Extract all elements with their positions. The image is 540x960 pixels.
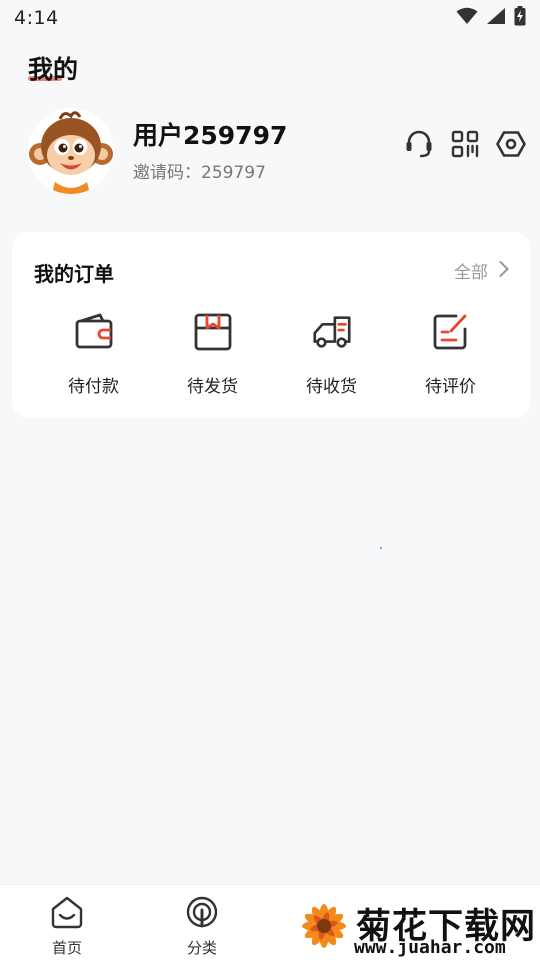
watermark: 菊花下载网 www.juahar.com: [292, 892, 540, 960]
profile-actions: [402, 128, 528, 164]
settings-icon: [495, 128, 527, 164]
chevron-right-icon: [498, 260, 510, 282]
username: 用户259797: [133, 121, 288, 150]
battery-charging-icon: [514, 6, 526, 30]
page-title-wrap: 我的: [28, 50, 78, 86]
customer-service-icon: [403, 128, 435, 164]
wifi-icon: [456, 7, 478, 29]
cellular-signal-icon: [486, 7, 506, 29]
order-item-pending-review[interactable]: 待评价: [391, 310, 510, 397]
qr-code-icon: [450, 129, 480, 163]
tab-category[interactable]: 分类: [162, 895, 242, 958]
invite-code-label: 邀请码：: [133, 163, 201, 183]
profile-section: 用户259797 邀请码：259797: [28, 108, 528, 194]
flower-logo-icon: [294, 896, 354, 956]
orders-header: 我的订单 全部: [34, 258, 510, 286]
status-icons: [456, 6, 526, 30]
qr-code-button[interactable]: [448, 128, 482, 164]
invite-code-value: 259797: [201, 163, 266, 183]
invite-code-row: 邀请码：259797: [133, 158, 266, 183]
status-bar: 4:14: [0, 0, 540, 36]
order-item-label: 待发货: [187, 377, 238, 397]
tab-label: 分类: [186, 939, 217, 957]
wallet-icon: [72, 310, 116, 354]
order-item-label: 待评价: [425, 377, 476, 397]
monkey-avatar-icon: [28, 108, 114, 194]
truck-icon: [310, 310, 354, 354]
orders-items: 待付款 待发货 待收货 待评价: [34, 310, 510, 397]
review-edit-icon: [429, 310, 473, 354]
order-item-label: 待付款: [68, 377, 119, 397]
status-time: 4:14: [14, 7, 59, 29]
avatar[interactable]: [28, 108, 114, 194]
order-item-pending-shipment[interactable]: 待发货: [153, 310, 272, 397]
home-icon: [49, 895, 85, 933]
order-item-label: 待收货: [306, 377, 357, 397]
tab-home[interactable]: 首页: [27, 895, 107, 958]
page-title: 我的: [28, 55, 79, 84]
package-icon: [191, 310, 235, 354]
tab-label: 首页: [51, 939, 82, 957]
order-item-pending-receipt[interactable]: 待收货: [272, 310, 391, 397]
orders-view-all-button[interactable]: 全部: [454, 258, 510, 283]
orders-view-all-label: 全部: [454, 263, 488, 283]
order-item-pending-payment[interactable]: 待付款: [34, 310, 153, 397]
watermark-url: www.juahar.com: [354, 937, 506, 958]
category-icon: [185, 895, 219, 933]
orders-title: 我的订单: [34, 262, 114, 286]
orders-card: 我的订单 全部 待付款 待发货 待收货 待评价: [12, 232, 530, 418]
settings-button[interactable]: [494, 128, 528, 164]
customer-service-button[interactable]: [402, 128, 436, 164]
loading-dot: [380, 547, 382, 549]
